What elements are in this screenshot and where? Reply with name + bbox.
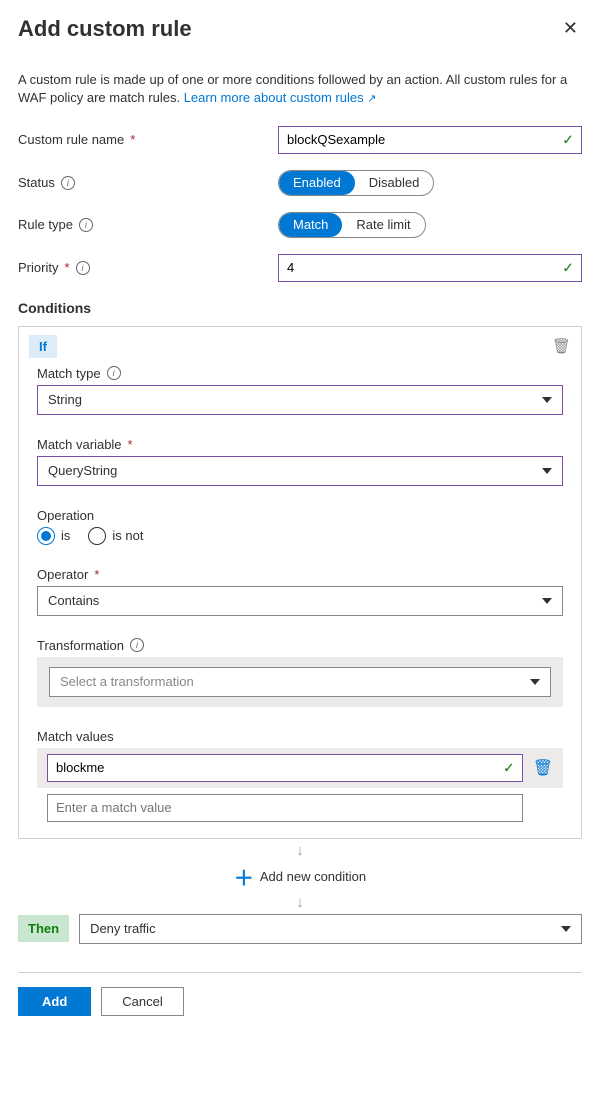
then-action-select[interactable]: Deny traffic [79, 914, 582, 944]
trash-icon[interactable]: 🗑 [533, 758, 553, 778]
custom-rule-name-input[interactable] [278, 126, 582, 154]
check-icon: ✓ [562, 259, 574, 276]
status-disabled-option[interactable]: Disabled [355, 171, 434, 195]
status-enabled-option[interactable]: Enabled [279, 171, 355, 195]
learn-more-link[interactable]: Learn more about custom rules ↗ [184, 90, 377, 105]
plus-icon: ＋ [234, 862, 254, 891]
matchtype-select[interactable]: String [37, 385, 563, 415]
ruletype-toggle[interactable]: Match Rate limit [278, 212, 426, 238]
learn-more-text: Learn more about custom rules [184, 90, 364, 105]
required-indicator: * [128, 437, 133, 452]
chevron-down-icon [542, 397, 552, 403]
add-condition-button[interactable]: ＋ Add new condition [18, 862, 582, 891]
status-toggle[interactable]: Enabled Disabled [278, 170, 434, 196]
condition-card: If 🗑 Match type i String Match variable … [18, 326, 582, 839]
conditions-heading: Conditions [18, 300, 582, 316]
priority-input[interactable] [278, 254, 582, 282]
required-indicator: * [130, 132, 135, 147]
operation-label: Operation [37, 508, 94, 523]
matchvalue-empty-input[interactable] [47, 794, 523, 822]
intro-text: A custom rule is made up of one or more … [18, 71, 582, 108]
add-button[interactable]: Add [18, 987, 91, 1016]
chevron-down-icon [542, 468, 552, 474]
add-condition-label: Add new condition [260, 869, 366, 884]
info-icon[interactable]: i [130, 638, 144, 652]
info-icon[interactable]: i [61, 176, 75, 190]
operator-select[interactable]: Contains [37, 586, 563, 616]
radio-unselected-icon [88, 527, 106, 545]
name-label: Custom rule name [18, 132, 124, 147]
matchtype-label: Match type [37, 366, 101, 381]
operator-value: Contains [48, 593, 99, 608]
transformation-placeholder: Select a transformation [60, 674, 194, 689]
radio-selected-icon [37, 527, 55, 545]
matchvariable-select[interactable]: QueryString [37, 456, 563, 486]
check-icon: ✓ [503, 759, 515, 776]
chevron-down-icon [530, 679, 540, 685]
matchtype-value: String [48, 392, 82, 407]
required-indicator: * [64, 260, 69, 275]
priority-label: Priority [18, 260, 58, 275]
info-icon[interactable]: i [79, 218, 93, 232]
status-label: Status [18, 175, 55, 190]
operator-label: Operator [37, 567, 88, 582]
if-badge: If [29, 335, 57, 358]
cancel-button[interactable]: Cancel [101, 987, 183, 1016]
required-indicator: * [94, 567, 99, 582]
matchvar-label: Match variable [37, 437, 122, 452]
operation-isnot-radio[interactable]: is not [88, 527, 143, 545]
info-icon[interactable]: i [76, 261, 90, 275]
external-link-icon: ↗ [367, 93, 376, 105]
connector-arrow: ↓ [18, 895, 582, 910]
connector-arrow: ↓ [18, 843, 582, 858]
ruletype-label: Rule type [18, 217, 73, 232]
operation-is-radio[interactable]: is [37, 527, 70, 545]
then-action-value: Deny traffic [90, 921, 156, 936]
ruletype-rate-option[interactable]: Rate limit [342, 213, 424, 237]
panel-title: Add custom rule [18, 16, 192, 42]
trash-icon[interactable]: 🗑 [552, 337, 571, 355]
then-badge: Then [18, 915, 69, 942]
transformation-select[interactable]: Select a transformation [49, 667, 551, 697]
matchvariable-value: QueryString [48, 463, 117, 478]
chevron-down-icon [561, 926, 571, 932]
close-icon[interactable]: ✕ [559, 14, 582, 43]
info-icon[interactable]: i [107, 366, 121, 380]
operation-is-label: is [61, 528, 70, 543]
transformation-label: Transformation [37, 638, 124, 653]
ruletype-match-option[interactable]: Match [279, 213, 342, 237]
matchvalues-label: Match values [37, 729, 114, 744]
operation-isnot-label: is not [112, 528, 143, 543]
chevron-down-icon [542, 598, 552, 604]
check-icon: ✓ [562, 131, 574, 148]
matchvalue-input[interactable] [47, 754, 523, 782]
